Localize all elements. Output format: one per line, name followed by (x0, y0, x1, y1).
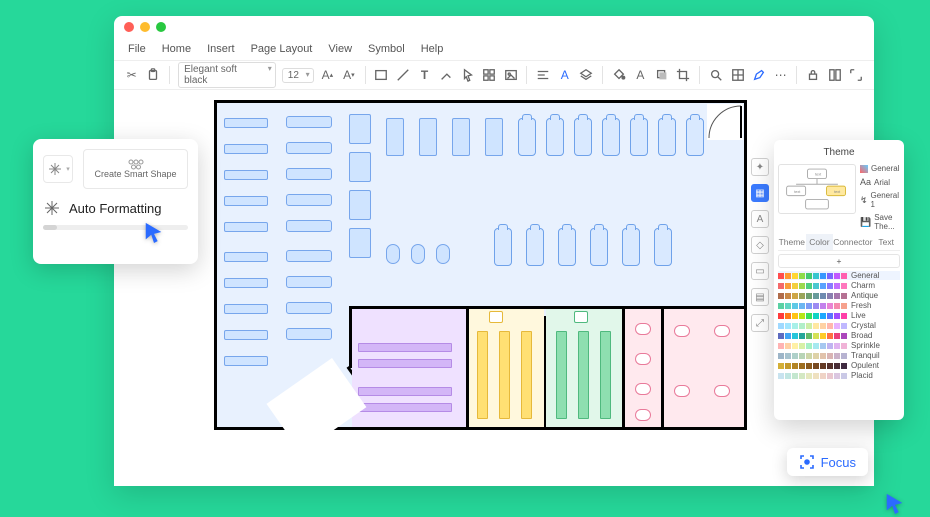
rail-page-icon[interactable]: ▭ (751, 262, 769, 280)
text-tool-icon[interactable]: T (417, 67, 433, 83)
theme-side-opts: General AaArial ↯General 1 💾Save The... (860, 164, 900, 231)
focus-button[interactable]: Focus (787, 448, 868, 476)
palette-label: Crystal (851, 321, 900, 330)
palette-row[interactable]: Charm (778, 281, 900, 290)
more-1-icon[interactable]: ⋯ (773, 67, 789, 83)
palette-label: Antique (851, 291, 900, 300)
tab-theme[interactable]: Theme (778, 234, 806, 250)
auto-formatting-callout: ▾ Create Smart Shape Auto Formatting (33, 139, 198, 264)
component-icon[interactable] (481, 67, 497, 83)
auto-formatting-label: Auto Formatting (69, 201, 162, 216)
svg-text:text: text (794, 190, 801, 194)
palette-label: Opulent (851, 361, 900, 370)
palette-row[interactable]: Fresh (778, 301, 900, 310)
sparkle-icon[interactable]: ▾ (43, 155, 73, 183)
create-smart-shape-button[interactable]: Create Smart Shape (83, 149, 188, 189)
palette-label: Live (851, 311, 900, 320)
palette-label: Fresh (851, 301, 900, 310)
right-rail-left: ✦ ▦ A ◇ ▭ ▤ ⤢ (751, 158, 769, 332)
close-icon[interactable] (124, 22, 134, 32)
view-mode-icon[interactable] (827, 67, 843, 83)
minimize-icon[interactable] (140, 22, 150, 32)
palette-label: Tranquil (851, 351, 900, 360)
palette-row[interactable]: Antique (778, 291, 900, 300)
palette-row[interactable]: Opulent (778, 361, 900, 370)
rail-table-icon[interactable]: ▤ (751, 288, 769, 306)
palette-row[interactable]: General (778, 271, 900, 280)
menu-home[interactable]: Home (162, 43, 191, 55)
crop-icon[interactable] (676, 67, 692, 83)
menu-page-layout[interactable]: Page Layout (251, 43, 313, 55)
palette-label: Charm (851, 281, 900, 290)
toolbar: ✂ Elegant soft black 12 A▴ A▾ T A A ⋯ (114, 60, 874, 90)
palette-list: GeneralCharmAntiqueFreshLiveCrystalBroad… (778, 271, 900, 380)
theme-panel: Theme text text text General AaArial ↯Ge… (774, 140, 904, 420)
tab-text[interactable]: Text (872, 234, 900, 250)
zoom-icon[interactable] (708, 67, 724, 83)
menubar: File Home Insert Page Layout View Symbol… (114, 38, 874, 60)
font-decrease-icon[interactable]: A▾ (341, 67, 357, 83)
font-increase-icon[interactable]: A▴ (320, 67, 336, 83)
rail-sparkle-icon[interactable]: ✦ (751, 158, 769, 176)
menu-help[interactable]: Help (421, 43, 444, 55)
pen-icon[interactable] (751, 67, 767, 83)
rail-grid-icon[interactable]: ▦ (751, 184, 769, 202)
line-tool-icon[interactable] (395, 67, 411, 83)
theme-preview[interactable]: text text text (778, 164, 856, 214)
expand-icon[interactable] (848, 67, 864, 83)
theme-opt-save[interactable]: 💾Save The... (860, 213, 900, 231)
svg-text:text: text (834, 190, 841, 194)
theme-panel-title: Theme (778, 144, 900, 161)
palette-row[interactable]: Sprinkle (778, 341, 900, 350)
pointer-tool-icon[interactable] (460, 67, 476, 83)
floor-plan (214, 100, 747, 430)
svg-text:text: text (815, 173, 822, 177)
palette-row[interactable]: Broad (778, 331, 900, 340)
maximize-icon[interactable] (156, 22, 166, 32)
rail-text-icon[interactable]: A (751, 210, 769, 228)
palette-row[interactable]: Live (778, 311, 900, 320)
image-icon[interactable] (503, 67, 519, 83)
tab-connector[interactable]: Connector (833, 234, 872, 250)
theme-opt-g1[interactable]: ↯General 1 (860, 191, 900, 209)
rail-shape-icon[interactable]: ◇ (751, 236, 769, 254)
menu-file[interactable]: File (128, 43, 146, 55)
palette-label: Placid (851, 371, 900, 380)
font-size-select[interactable]: 12 (282, 68, 314, 83)
palette-row[interactable]: Tranquil (778, 351, 900, 360)
cut-icon[interactable]: ✂ (124, 67, 140, 83)
add-palette-button[interactable]: + (778, 254, 900, 268)
palette-label: Sprinkle (851, 341, 900, 350)
palette-row[interactable]: Crystal (778, 321, 900, 330)
theme-opt-general[interactable]: General (860, 164, 900, 173)
theme-tabs: Theme Color Connector Text (778, 234, 900, 251)
door-icon (707, 104, 743, 140)
rect-tool-icon[interactable] (374, 67, 390, 83)
focus-label: Focus (821, 455, 856, 470)
lock-icon[interactable] (805, 67, 821, 83)
auto-formatting-row[interactable]: Auto Formatting (43, 199, 188, 217)
fill-icon[interactable] (611, 67, 627, 83)
tab-color[interactable]: Color (806, 234, 834, 250)
menu-symbol[interactable]: Symbol (368, 43, 405, 55)
progress-bar (43, 225, 188, 230)
grid-icon[interactable] (730, 67, 746, 83)
rail-expand-icon[interactable]: ⤢ (751, 314, 769, 332)
palette-label: Broad (851, 331, 900, 340)
font-name-select[interactable]: Elegant soft black (178, 62, 276, 88)
menu-insert[interactable]: Insert (207, 43, 235, 55)
theme-opt-font[interactable]: AaArial (860, 177, 900, 187)
titlebar (114, 16, 874, 38)
shadow-icon[interactable] (654, 67, 670, 83)
connector-tool-icon[interactable] (438, 67, 454, 83)
palette-label: General (851, 271, 900, 280)
paste-icon[interactable] (146, 67, 162, 83)
font-color-icon[interactable]: A (557, 67, 573, 83)
menu-view[interactable]: View (328, 43, 352, 55)
layers-icon[interactable] (579, 67, 595, 83)
align-icon[interactable] (535, 67, 551, 83)
text-style-icon[interactable]: A (633, 67, 649, 83)
palette-row[interactable]: Placid (778, 371, 900, 380)
